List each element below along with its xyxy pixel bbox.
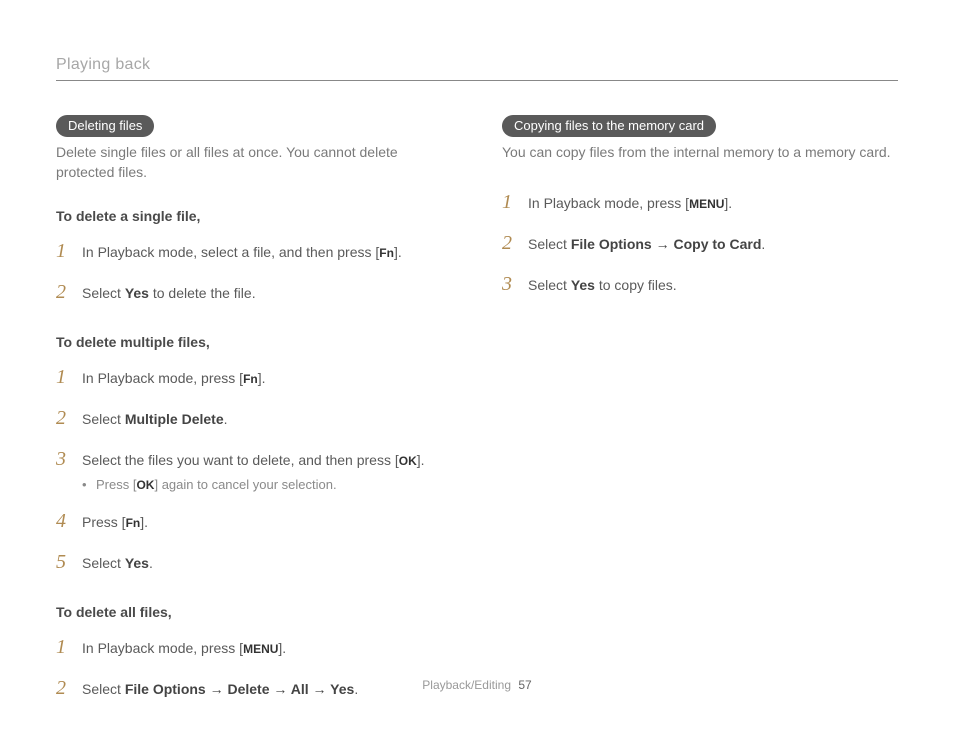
step-item: 3 Select the files you want to delete, a… [56, 446, 452, 493]
step-number: 3 [56, 446, 72, 473]
footer-label: Playback/Editing [422, 678, 511, 692]
menu-icon: MENU [243, 642, 278, 656]
left-column: Deleting files Delete single files or al… [56, 115, 452, 730]
step-number: 1 [56, 364, 72, 391]
content-columns: Deleting files Delete single files or al… [56, 115, 898, 730]
step-item: 3 Select Yes to copy files. [502, 271, 898, 298]
fn-icon: Fn [243, 372, 258, 386]
pill-deleting-files: Deleting files [56, 115, 154, 137]
subhead-delete-all: To delete all files, [56, 604, 452, 620]
step-number: 1 [56, 634, 72, 661]
step-body: Select Multiple Delete. [82, 410, 452, 429]
step-number: 5 [56, 549, 72, 576]
sub-bullet: Press [OK] again to cancel your selectio… [82, 476, 452, 494]
step-number: 1 [56, 238, 72, 265]
step-body: Select File Options → Copy to Card. [528, 235, 898, 254]
step-item: 1 In Playback mode, press [MENU]. [56, 634, 452, 661]
step-item: 1 In Playback mode, press [Fn]. [56, 364, 452, 391]
page-footer: Playback/Editing 57 [0, 678, 954, 692]
subhead-delete-single: To delete a single file, [56, 208, 452, 224]
ok-icon: OK [136, 478, 154, 492]
right-column: Copying files to the memory card You can… [502, 115, 898, 730]
step-body: Select the files you want to delete, and… [82, 451, 452, 493]
steps-delete-single: 1 In Playback mode, select a file, and t… [56, 238, 452, 306]
step-number: 1 [502, 189, 518, 216]
step-body: Select Yes to copy files. [528, 276, 898, 295]
menu-icon: MENU [689, 197, 724, 211]
step-item: 1 In Playback mode, press [MENU]. [502, 189, 898, 216]
step-item: 5 Select Yes. [56, 549, 452, 576]
step-body: In Playback mode, press [Fn]. [82, 369, 452, 388]
page-number: 57 [518, 678, 531, 692]
steps-delete-multiple: 1 In Playback mode, press [Fn]. 2 Select… [56, 364, 452, 575]
intro-text: Delete single files or all files at once… [56, 143, 452, 182]
step-body: In Playback mode, select a file, and the… [82, 243, 452, 262]
fn-icon: Fn [379, 246, 394, 260]
step-body: In Playback mode, press [MENU]. [82, 639, 452, 658]
page-section-header: Playing back [56, 56, 898, 81]
pill-copy-files: Copying files to the memory card [502, 115, 716, 137]
step-number: 4 [56, 508, 72, 535]
ok-icon: OK [399, 454, 417, 468]
step-body: Select Yes. [82, 554, 452, 573]
subhead-delete-multiple: To delete multiple files, [56, 334, 452, 350]
step-number: 2 [502, 230, 518, 257]
step-number: 2 [56, 405, 72, 432]
intro-text: You can copy files from the internal mem… [502, 143, 898, 163]
step-item: 2 Select File Options → Copy to Card. [502, 230, 898, 257]
fn-icon: Fn [126, 516, 141, 530]
step-item: 4 Press [Fn]. [56, 508, 452, 535]
step-body: Press [Fn]. [82, 513, 452, 532]
steps-copy-files: 1 In Playback mode, press [MENU]. 2 Sele… [502, 189, 898, 298]
step-number: 3 [502, 271, 518, 298]
step-item: 2 Select Yes to delete the file. [56, 279, 452, 306]
step-body: In Playback mode, press [MENU]. [528, 194, 898, 213]
step-number: 2 [56, 279, 72, 306]
step-body: Select Yes to delete the file. [82, 284, 452, 303]
step-item: 1 In Playback mode, select a file, and t… [56, 238, 452, 265]
step-item: 2 Select Multiple Delete. [56, 405, 452, 432]
section-title: Playing back [56, 56, 150, 73]
